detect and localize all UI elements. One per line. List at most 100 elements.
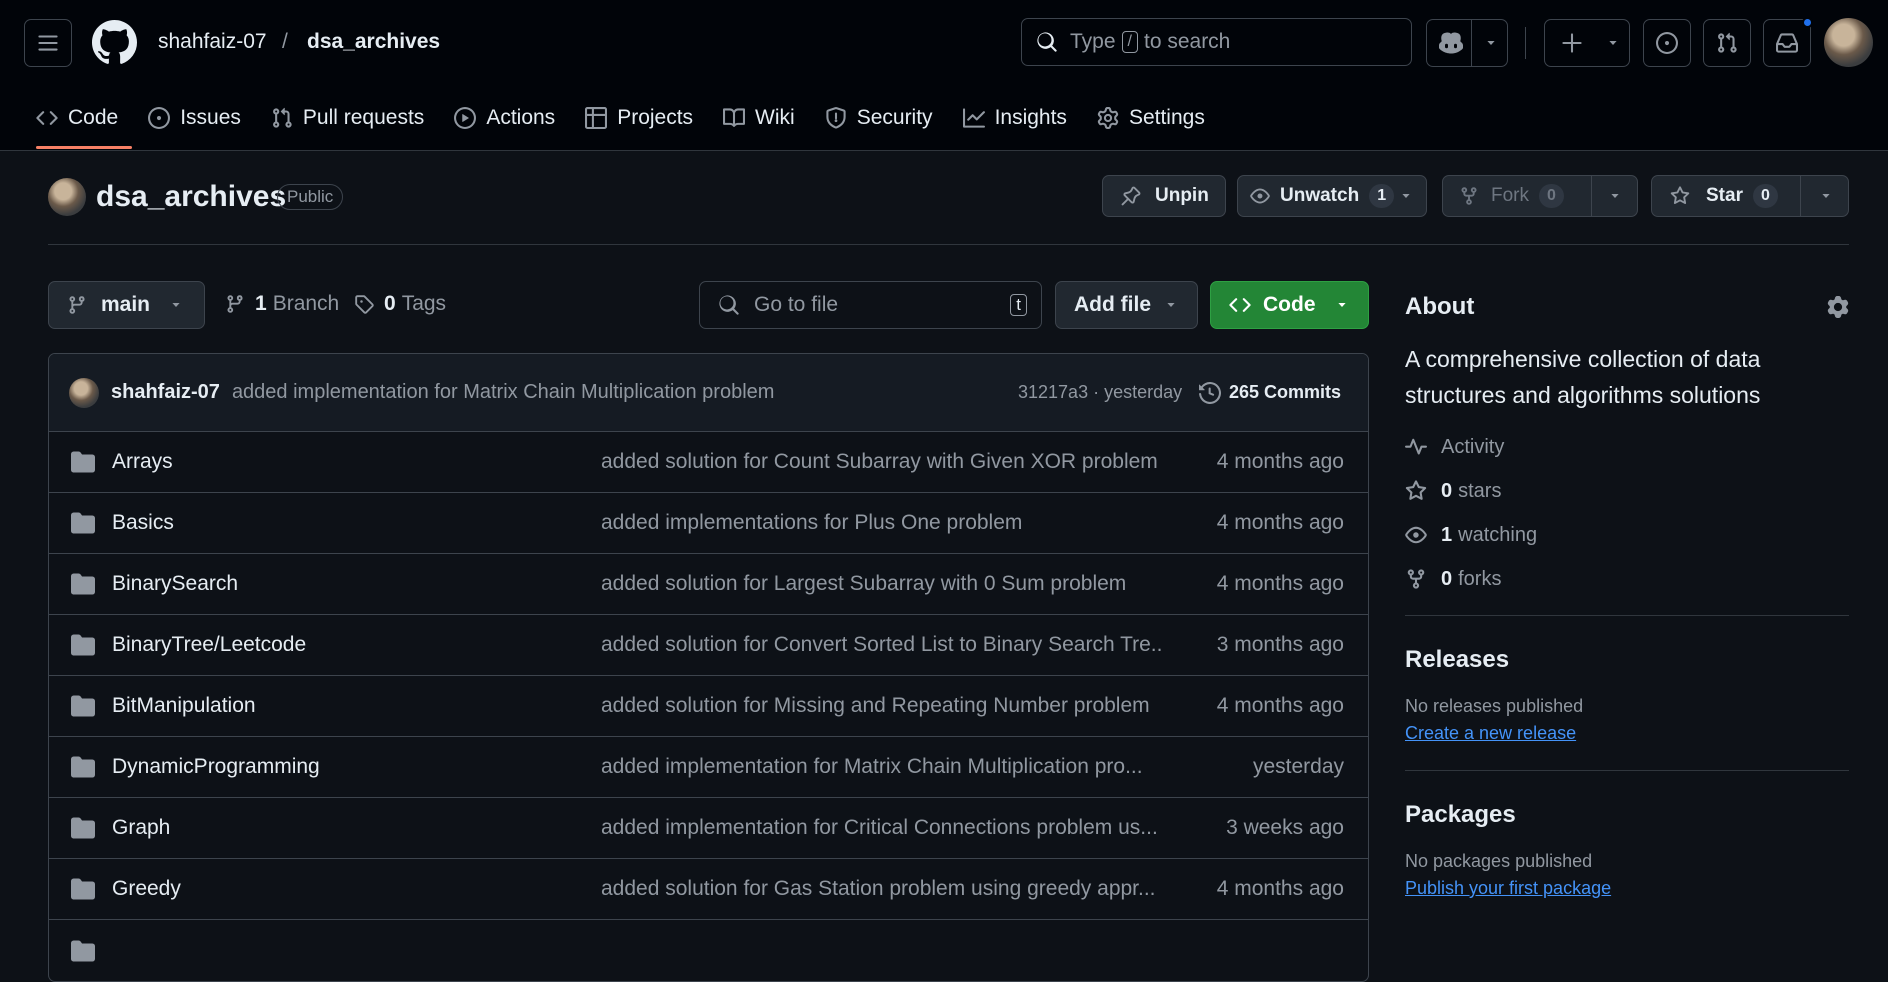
packages-section: Packages No packages published Publish y… xyxy=(1405,770,1849,899)
file-commit-age: 3 months ago xyxy=(1216,633,1344,656)
tab-projects[interactable]: Projects xyxy=(573,94,707,142)
top-bar: shahfaiz-07 / dsa_archives Type / to sea… xyxy=(0,0,1888,86)
unwatch-button[interactable]: Unwatch 1 xyxy=(1237,175,1427,217)
issue-icon xyxy=(1656,32,1678,54)
breadcrumb-repo[interactable]: dsa_archives xyxy=(307,30,440,54)
file-name[interactable]: Graph xyxy=(112,816,170,840)
releases-heading[interactable]: Releases xyxy=(1405,646,1849,674)
notification-dot xyxy=(1802,17,1813,28)
file-row[interactable] xyxy=(49,920,1368,981)
folder-icon xyxy=(71,939,95,963)
visibility-badge: Public xyxy=(277,184,344,210)
chevron-down-icon xyxy=(1609,41,1617,45)
global-search-input[interactable]: Type / to search xyxy=(1021,18,1412,66)
fork-icon xyxy=(1407,569,1425,589)
copilot-button[interactable] xyxy=(1426,19,1508,67)
stars-label: stars xyxy=(1458,479,1502,502)
file-name[interactable]: DynamicProgramming xyxy=(112,755,320,779)
tab-security[interactable]: Security xyxy=(813,94,947,142)
github-logo-icon[interactable] xyxy=(92,20,137,65)
file-commit-message[interactable]: added solution for Gas Station problem u… xyxy=(601,877,1161,901)
shield-icon xyxy=(826,107,846,129)
watchers-link[interactable]: 1 watching xyxy=(1405,513,1849,557)
file-name[interactable]: BinarySearch xyxy=(112,572,238,596)
owner-avatar xyxy=(48,178,86,216)
branch-selector[interactable]: main xyxy=(48,281,205,329)
file-name[interactable]: BinaryTree/Leetcode xyxy=(112,633,306,657)
user-avatar[interactable] xyxy=(1824,18,1873,67)
file-row[interactable]: BinaryTree/Leetcode added solution for Co… xyxy=(49,615,1368,676)
tab-label: Wiki xyxy=(755,106,795,129)
pull-requests-shortcut-button[interactable] xyxy=(1703,19,1751,67)
file-row[interactable]: Basics added implementations for Plus One… xyxy=(49,493,1368,554)
history-icon xyxy=(1199,381,1221,404)
file-name[interactable]: Greedy xyxy=(112,877,181,901)
commit-author-avatar[interactable] xyxy=(69,377,99,408)
commit-message[interactable]: added implementation for Matrix Chain Mu… xyxy=(232,381,774,404)
tab-settings[interactable]: Settings xyxy=(1085,94,1219,142)
about-sidebar: About A comprehensive collection of data… xyxy=(1405,283,1849,899)
releases-empty-text: No releases published xyxy=(1405,696,1584,716)
fork-button[interactable]: Fork 0 xyxy=(1442,175,1638,217)
go-to-file-input[interactable]: Go to file t xyxy=(699,281,1042,329)
packages-heading[interactable]: Packages xyxy=(1405,801,1849,829)
file-name[interactable]: Arrays xyxy=(112,450,173,474)
create-release-link[interactable]: Create a new release xyxy=(1405,723,1849,744)
commit-sha-time[interactable]: 31217a3 · yesterday xyxy=(1018,382,1182,403)
file-commit-message[interactable]: added implementations for Plus One probl… xyxy=(601,511,1161,535)
tab-code[interactable]: Code xyxy=(24,94,133,149)
file-commit-message[interactable]: added solution for Convert Sorted List t… xyxy=(601,633,1161,657)
repo-name[interactable]: dsa_archives xyxy=(96,180,286,214)
file-row[interactable]: BitManipulation added solution for Missin… xyxy=(49,676,1368,737)
tab-label: Actions xyxy=(486,106,556,129)
file-commit-message[interactable]: added solution for Largest Subarray with… xyxy=(601,572,1161,596)
code-dropdown-button[interactable]: Code xyxy=(1210,281,1369,329)
file-row[interactable]: Arrays added solution for Count Subarray … xyxy=(49,432,1368,493)
add-file-button[interactable]: Add file xyxy=(1055,281,1198,329)
tab-insights[interactable]: Insights xyxy=(951,94,1081,142)
file-row[interactable]: Greedy added solution for Gas Station pro… xyxy=(49,859,1368,920)
repo-description: A comprehensive collection of data struc… xyxy=(1405,346,1761,408)
folder-icon xyxy=(71,877,95,901)
star-button[interactable]: Star 0 xyxy=(1651,175,1849,217)
activity-link[interactable]: Activity xyxy=(1405,425,1849,469)
file-commit-message[interactable]: added implementation for Matrix Chain Mu… xyxy=(601,755,1161,779)
file-commit-message[interactable]: added solution for Count Subarray with G… xyxy=(601,450,1161,474)
file-row[interactable]: Graph added implementation for Critical C… xyxy=(49,798,1368,859)
chevron-down-icon xyxy=(172,303,180,307)
menu-button[interactable] xyxy=(24,19,72,67)
tab-pull-requests[interactable]: Pull requests xyxy=(259,94,438,142)
tags-link[interactable]: 0 Tags xyxy=(354,292,446,316)
star-icon xyxy=(1405,480,1427,500)
breadcrumb-owner[interactable]: shahfaiz-07 xyxy=(158,30,267,54)
commits-history-link[interactable]: 265 Commits xyxy=(1199,381,1341,404)
create-new-button[interactable] xyxy=(1544,19,1630,67)
file-name[interactable]: Basics xyxy=(112,511,174,535)
file-row[interactable]: BinarySearch added solution for Largest S… xyxy=(49,554,1368,615)
watching-label: watching xyxy=(1458,523,1538,546)
issues-shortcut-button[interactable] xyxy=(1643,19,1691,67)
search-icon xyxy=(719,295,739,315)
file-commit-message[interactable]: added implementation for Critical Connec… xyxy=(601,816,1161,840)
stars-link[interactable]: 0 stars xyxy=(1405,469,1849,513)
tab-wiki[interactable]: Wiki xyxy=(711,94,809,142)
chevron-down-icon xyxy=(1402,194,1410,198)
eye-icon xyxy=(1250,188,1270,204)
tab-actions[interactable]: Actions xyxy=(442,94,569,142)
folder-icon xyxy=(71,694,95,718)
branches-link[interactable]: 1 Branch xyxy=(225,292,339,316)
tab-issues[interactable]: Issues xyxy=(136,94,255,142)
gear-icon[interactable] xyxy=(1827,296,1849,318)
publish-package-link[interactable]: Publish your first package xyxy=(1405,878,1849,899)
branch-name: main xyxy=(101,293,151,316)
forks-link[interactable]: 0 forks xyxy=(1405,557,1849,601)
file-commit-age: yesterday xyxy=(1252,755,1344,778)
star-label: Star xyxy=(1706,185,1743,206)
file-name[interactable]: BitManipulation xyxy=(112,694,256,718)
file-commit-age: 4 months ago xyxy=(1216,511,1344,534)
add-file-label: Add file xyxy=(1074,293,1151,316)
file-row[interactable]: DynamicProgramming added implementation f… xyxy=(49,737,1368,798)
unpin-button[interactable]: Unpin xyxy=(1102,175,1226,217)
commit-author[interactable]: shahfaiz-07 xyxy=(111,381,220,404)
file-commit-message[interactable]: added solution for Missing and Repeating… xyxy=(601,694,1161,718)
